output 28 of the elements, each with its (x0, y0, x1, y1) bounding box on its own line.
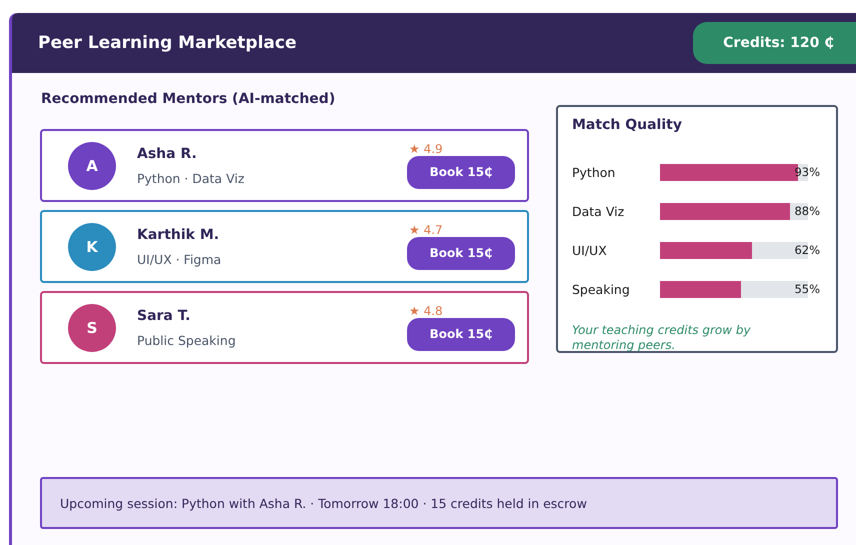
mentor-skills: UI/UX · Figma (137, 252, 222, 266)
section-title: Recommended Mentors (AI-matched) (41, 91, 336, 109)
session-text: Upcoming session: Python with Asha R. · Tomorrow 18:00 · 15 credits held in escrow (60, 496, 587, 510)
mentor-skills: Python · Data Viz (137, 170, 246, 186)
skill-label: Python (572, 165, 616, 180)
rating: ★ 4.7 (409, 224, 443, 236)
skill-label: Speaking (572, 282, 631, 297)
mentor-skills: Public Speaking (137, 332, 237, 348)
app-title: Peer Learning Marketplace (38, 33, 297, 53)
avatar: K (68, 222, 116, 270)
panel-note: Your teaching credits grow by mentoring peers. (572, 323, 752, 353)
credits-badge: Credits: 120 ₵ (693, 22, 856, 64)
avatar: A (68, 142, 116, 190)
book-button[interactable]: Book 15₵ (407, 318, 515, 350)
book-button[interactable]: Book 15₵ (407, 236, 515, 270)
rating: ★ 4.9 (409, 142, 443, 156)
mentor-name: Karthik M. (137, 226, 220, 242)
panel-title: Match Quality (572, 117, 683, 133)
skill-label: Data Viz (572, 204, 626, 219)
avatar: S (68, 304, 116, 352)
mentor-name: Sara T. (137, 308, 192, 324)
match-percent: 88% (794, 204, 820, 218)
mentor-name: Asha R. (137, 146, 198, 162)
skill-label: UI/UX (572, 243, 608, 258)
book-button[interactable]: Book 15₵ (407, 156, 515, 188)
match-percent: 55% (794, 282, 820, 296)
match-percent: 62% (794, 243, 820, 257)
rating: ★ 4.8 (409, 304, 443, 318)
